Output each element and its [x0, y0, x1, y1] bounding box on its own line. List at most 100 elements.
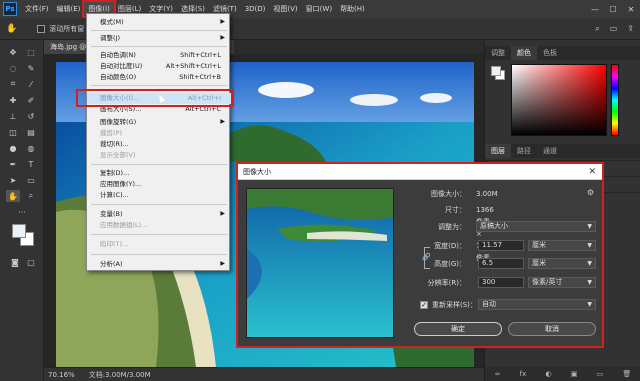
screen-mode-icon[interactable]: ▢ — [24, 256, 38, 268]
blur-tool-icon[interactable]: ● — [6, 142, 20, 154]
ok-button[interactable]: 确定 — [414, 322, 502, 336]
menu-window[interactable]: 窗口(W) — [302, 2, 336, 16]
menu-item-variables[interactable]: 变量(B) ▶ — [87, 209, 231, 220]
menu-item-trim[interactable]: 裁切(R)... — [87, 139, 231, 150]
tab-color[interactable]: 颜色 — [511, 46, 537, 60]
shape-tool-icon[interactable]: ▭ — [24, 174, 38, 186]
close-window-button[interactable]: ✕ — [622, 0, 640, 18]
menu-file[interactable]: 文件(F) — [21, 2, 53, 16]
dodge-tool-icon[interactable]: ◍ — [24, 142, 38, 154]
tab-paths[interactable]: 路径 — [511, 144, 537, 158]
history-brush-tool-icon[interactable]: ↺ — [24, 110, 38, 122]
quick-mask-icon[interactable]: ◙ — [8, 256, 22, 268]
path-select-tool-icon[interactable]: ➤ — [6, 174, 20, 186]
fit-to-select[interactable]: 原稿大小 ▼ — [476, 221, 596, 232]
image-size-highlight — [76, 89, 234, 107]
hand-tool-icon[interactable]: ✋ — [6, 190, 20, 202]
hue-slider[interactable] — [611, 64, 619, 136]
resample-checkbox[interactable]: ✓ — [420, 301, 428, 309]
tab-channels[interactable]: 通道 — [537, 144, 563, 158]
quick-select-tool-icon[interactable]: ✎ — [24, 62, 38, 74]
crop-tool-icon[interactable]: ⌗ — [6, 78, 20, 90]
eraser-tool-icon[interactable]: ◫ — [6, 126, 20, 138]
width-input[interactable]: 11.57 — [478, 240, 524, 251]
dialog-body: ⚙ 图像大小： 3.00M 尺寸： 1366 像素 × 768 像素 调整为： … — [238, 180, 602, 346]
gear-icon[interactable]: ⚙ — [587, 188, 594, 197]
menu-item-crop[interactable]: 裁剪(P) — [87, 128, 231, 139]
gradient-tool-icon[interactable]: ▤ — [24, 126, 38, 138]
link-layers-icon[interactable]: ∞ — [495, 370, 501, 378]
eyedropper-tool-icon[interactable]: ⁄ — [24, 78, 38, 90]
move-tool-icon[interactable]: ✥ — [6, 46, 20, 58]
foreground-color-swatch[interactable] — [12, 224, 26, 238]
zoom-tool-icon[interactable]: ⌕ — [24, 190, 38, 202]
menu-view[interactable]: 视图(V) — [269, 2, 301, 16]
layer-style-icon[interactable]: fx — [520, 370, 527, 378]
menu-item-trap[interactable]: 陷印(T)... — [87, 239, 231, 250]
menu-item-adjustments[interactable]: 调整(J) ▶ — [87, 33, 231, 44]
healing-tool-icon[interactable]: ✚ — [6, 94, 20, 106]
image-menu-dropdown: 模式(M) ▶ 调整(J) ▶ 自动色调(N) Shift+Ctrl+L 自动对比度(… — [86, 13, 231, 271]
menu-help[interactable]: 帮助(H) — [336, 2, 369, 16]
height-input[interactable]: 6.5 — [478, 258, 524, 269]
menu-item-auto-color[interactable]: 自动颜色(O) Shift+Ctrl+B — [87, 72, 231, 83]
document-info: 文档:3.00M/3.00M — [88, 370, 151, 379]
tab-layers[interactable]: 图层 — [485, 144, 511, 158]
menu-separator — [91, 164, 227, 165]
dimensions-value[interactable]: 1366 像素 × 768 像素 — [476, 204, 494, 264]
cancel-button[interactable]: 取消 — [508, 322, 596, 336]
type-tool-icon[interactable]: T — [24, 158, 38, 170]
menu-item-auto-tone[interactable]: 自动色调(N) Shift+Ctrl+L — [87, 50, 231, 61]
menu-item-reveal-all[interactable]: 显示全部(V) — [87, 150, 231, 161]
scroll-all-checkbox[interactable] — [37, 24, 46, 33]
search-icon[interactable]: ⌕ — [595, 24, 599, 34]
image-preview[interactable] — [246, 188, 394, 338]
menu-3d[interactable]: 3D(D) — [241, 2, 270, 16]
menu-item-analysis[interactable]: 分析(A) ▶ — [87, 259, 231, 270]
zoom-level[interactable]: 70.16% — [48, 371, 75, 379]
hand-icon[interactable]: ✋ — [6, 24, 17, 34]
lasso-tool-icon[interactable]: ◌ — [6, 62, 20, 74]
resample-select[interactable]: 自动 ▼ — [478, 299, 596, 310]
marquee-tool-icon[interactable]: ⬚ — [24, 46, 38, 58]
menu-item-calculations[interactable]: 计算(C)... — [87, 190, 231, 201]
adjustment-layer-icon[interactable]: ◐ — [545, 370, 551, 378]
menu-separator — [91, 204, 227, 205]
chevron-down-icon: ▼ — [587, 242, 592, 249]
tools-panel: ✥ ⬚ ◌ ✎ ⌗ ⁄ ✚ ✐ ⊥ ↺ ◫ ▤ ● ◍ ✒ T ➤ ▭ ✋ ⌕ … — [0, 40, 44, 381]
group-icon[interactable]: ▣ — [571, 370, 578, 378]
menu-item-apply-image[interactable]: 应用图像(Y)... — [87, 179, 231, 190]
menu-item-auto-contrast[interactable]: 自动对比度(U) Alt+Shift+Ctrl+L — [87, 61, 231, 72]
workspace-icon[interactable]: ▭ — [610, 24, 618, 34]
tab-adjustments[interactable]: 调整 — [485, 46, 511, 60]
resolution-unit-select[interactable]: 像素/英寸 ▼ — [528, 277, 596, 288]
submenu-arrow-icon: ▶ — [220, 118, 225, 125]
stamp-tool-icon[interactable]: ⊥ — [6, 110, 20, 122]
dialog-title: 图像大小 ✕ — [238, 164, 602, 180]
tab-swatches[interactable]: 色板 — [537, 46, 563, 60]
width-unit-select[interactable]: 厘米 ▼ — [528, 240, 596, 251]
minimize-button[interactable]: — — [586, 0, 604, 18]
menu-item-duplicate[interactable]: 复制(D)... — [87, 168, 231, 179]
color-picker-field[interactable] — [511, 64, 607, 136]
menu-edit[interactable]: 编辑(E) — [53, 2, 85, 16]
pen-tool-icon[interactable]: ✒ — [6, 158, 20, 170]
brush-tool-icon[interactable]: ✐ — [24, 94, 38, 106]
height-unit-select[interactable]: 厘米 ▼ — [528, 258, 596, 269]
chevron-down-icon: ▼ — [587, 279, 592, 286]
menu-item-image-rotation[interactable]: 图像旋转(G) ▶ — [87, 117, 231, 128]
more-tools-icon[interactable]: ··· — [15, 206, 29, 218]
close-icon[interactable]: ✕ — [588, 164, 596, 180]
maximize-button[interactable]: ☐ — [604, 0, 622, 18]
image-size-dialog: 图像大小 ✕ ⚙ 图像大小： 3.00M 尺寸： 1366 × 调整为： 原稿大… — [236, 162, 604, 348]
resolution-input[interactable]: 300 — [478, 277, 524, 288]
menu-item-mode[interactable]: 模式(M) ▶ — [87, 17, 231, 28]
panel-foreground-swatch[interactable] — [491, 66, 501, 76]
new-layer-icon[interactable]: ▭ — [597, 370, 604, 378]
menu-separator — [91, 254, 227, 255]
share-icon[interactable]: ⇪ — [627, 24, 634, 34]
delete-layer-icon[interactable]: 🗑 — [622, 370, 631, 378]
menu-item-apply-data-set[interactable]: 应用数据组(L)... — [87, 220, 231, 231]
submenu-arrow-icon: ▶ — [220, 34, 225, 41]
submenu-arrow-icon: ▶ — [220, 210, 225, 217]
